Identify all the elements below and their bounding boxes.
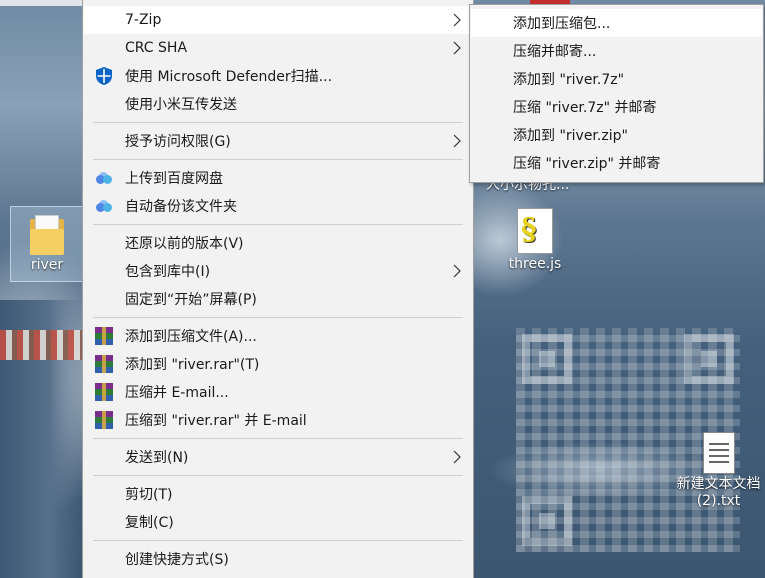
menu-separator: [93, 438, 463, 439]
winrar-icon: [94, 383, 114, 401]
chevron-right-icon: [453, 450, 461, 464]
chevron-right-icon: [453, 264, 461, 278]
chevron-right-icon: [453, 134, 461, 148]
context-menu: 7-Zip CRC SHA 使用 Microsoft Defender扫描...…: [82, 0, 474, 578]
menu-item-label: 包含到库中(I): [125, 264, 211, 280]
desktop-top-sliver: [0, 0, 82, 6]
submenu-7zip: 添加到压缩包... 压缩并邮寄... 添加到 "river.7z" 压缩 "ri…: [469, 4, 764, 183]
menu-item-label: 使用 Microsoft Defender扫描...: [125, 69, 333, 85]
menu-item-label: 发送到(N): [125, 450, 189, 466]
submenu-item-compress-river-zip-email[interactable]: 压缩 "river.zip" 并邮寄: [471, 149, 762, 177]
qr-finder: [684, 334, 734, 384]
menu-item-label: 还原以前的版本(V): [125, 236, 244, 252]
desktop-icon-three-js[interactable]: § three.js: [498, 208, 572, 273]
menu-item-label: 剪切(T): [125, 487, 173, 503]
submenu-item-add-to-river-zip[interactable]: 添加到 "river.zip": [471, 121, 762, 149]
menu-separator: [93, 122, 463, 123]
menu-item-grant-access[interactable]: 授予访问权限(G): [84, 127, 472, 155]
menu-item-create-shortcut[interactable]: 创建快捷方式(S): [84, 545, 472, 573]
desktop-icon-label: river: [30, 257, 64, 273]
menu-item-include-in-library[interactable]: 包含到库中(I): [84, 257, 472, 285]
menu-item-pin-to-start[interactable]: 固定到“开始”屏幕(P): [84, 285, 472, 313]
menu-item-compress-river-rar-email[interactable]: 压缩到 "river.rar" 并 E-mail: [84, 406, 472, 434]
desktop-icon-label: three.js: [508, 256, 562, 272]
submenu-item-add-to-river-7z[interactable]: 添加到 "river.7z": [471, 65, 762, 93]
menu-item-label: 授予访问权限(G): [125, 134, 231, 150]
menu-item-label: 固定到“开始”屏幕(P): [125, 292, 257, 308]
submenu-item-label: 压缩 "river.zip" 并邮寄: [513, 156, 661, 172]
menu-separator: [93, 475, 463, 476]
desktop-icon-label: (2).txt: [696, 493, 741, 509]
menu-item-label: 自动备份该文件夹: [125, 199, 237, 215]
folder-icon: [30, 215, 64, 255]
menu-separator: [93, 224, 463, 225]
menu-item-label: 添加到压缩文件(A)...: [125, 329, 257, 345]
submenu-item-add-to-archive[interactable]: 添加到压缩包...: [471, 9, 762, 37]
menu-separator: [93, 317, 463, 318]
menu-item-label: 创建快捷方式(S): [125, 552, 229, 568]
desktop-icon-label: 新建文本文档: [676, 476, 761, 492]
menu-item-label: 上传到百度网盘: [125, 171, 223, 187]
menu-item-label: CRC SHA: [125, 40, 188, 56]
submenu-item-compress-river-7z-email[interactable]: 压缩 "river.7z" 并邮寄: [471, 93, 762, 121]
baidu-cloud-icon: [94, 169, 114, 187]
menu-item-add-to-archive[interactable]: 添加到压缩文件(A)...: [84, 322, 472, 350]
menu-item-crc-sha[interactable]: CRC SHA: [84, 34, 472, 62]
menu-item-copy[interactable]: 复制(C): [84, 508, 472, 536]
defender-shield-icon: [94, 67, 114, 85]
menu-item-label: 压缩并 E-mail...: [125, 385, 229, 401]
menu-separator: [93, 159, 463, 160]
wallpaper-village: [0, 330, 82, 360]
baidu-cloud-icon: [94, 197, 114, 215]
menu-item-7zip[interactable]: 7-Zip: [84, 6, 472, 34]
menu-item-upload-baidu[interactable]: 上传到百度网盘: [84, 164, 472, 192]
submenu-item-label: 添加到压缩包...: [513, 16, 611, 32]
winrar-icon: [94, 355, 114, 373]
submenu-item-label: 压缩并邮寄...: [513, 44, 597, 60]
qr-finder: [522, 334, 572, 384]
menu-item-label: 7-Zip: [125, 12, 162, 28]
menu-item-label: 复制(C): [125, 515, 174, 531]
menu-item-label: 添加到 "river.rar"(T): [125, 357, 260, 373]
chevron-right-icon: [453, 13, 461, 27]
text-file-icon: [702, 432, 735, 474]
menu-separator: [93, 540, 463, 541]
desktop-icon-river[interactable]: river: [10, 206, 84, 282]
menu-item-label: 压缩到 "river.rar" 并 E-mail: [125, 413, 307, 429]
menu-item-send-to[interactable]: 发送到(N): [84, 443, 472, 471]
submenu-item-compress-and-email[interactable]: 压缩并邮寄...: [471, 37, 762, 65]
menu-item-add-to-river-rar[interactable]: 添加到 "river.rar"(T): [84, 350, 472, 378]
menu-item-defender-scan[interactable]: 使用 Microsoft Defender扫描...: [84, 62, 472, 90]
js-file-icon: §: [517, 208, 553, 254]
submenu-item-label: 添加到 "river.zip": [513, 128, 628, 144]
menu-item-auto-backup[interactable]: 自动备份该文件夹: [84, 192, 472, 220]
winrar-icon: [94, 411, 114, 429]
submenu-item-label: 添加到 "river.7z": [513, 72, 625, 88]
menu-item-xiaomi-share[interactable]: 使用小米互传发送: [84, 90, 472, 118]
chevron-right-icon: [453, 41, 461, 55]
menu-item-restore-versions[interactable]: 还原以前的版本(V): [84, 229, 472, 257]
menu-item-label: 使用小米互传发送: [125, 97, 237, 113]
menu-item-cut[interactable]: 剪切(T): [84, 480, 472, 508]
winrar-icon: [94, 327, 114, 345]
menu-item-compress-and-email[interactable]: 压缩并 E-mail...: [84, 378, 472, 406]
desktop-icon-new-text-document[interactable]: 新建文本文档 (2).txt: [672, 432, 765, 510]
submenu-item-label: 压缩 "river.7z" 并邮寄: [513, 100, 657, 116]
qr-finder: [522, 496, 572, 546]
